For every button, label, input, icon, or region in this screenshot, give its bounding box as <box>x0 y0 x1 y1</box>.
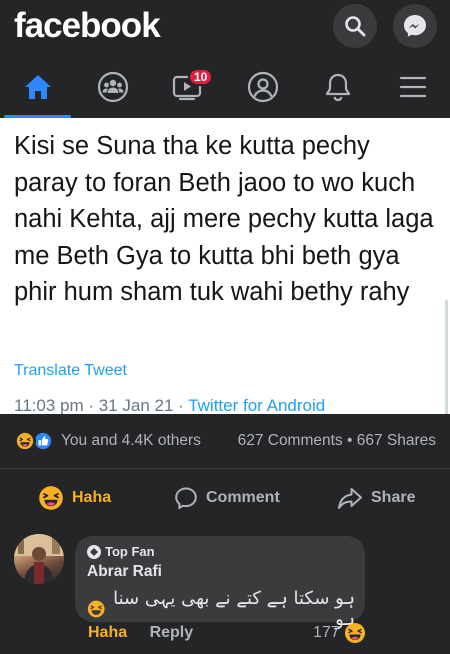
haha-label: Haha <box>72 488 112 506</box>
reaction-count[interactable]: You and 4.4K others <box>61 432 201 450</box>
post-actions: Haha Comment Share <box>0 468 450 526</box>
nav-watch[interactable]: 10 <box>150 56 225 118</box>
laughing-emoji-icon <box>87 600 105 618</box>
messenger-icon <box>404 15 426 37</box>
comment-actions: Haha Reply <box>88 624 193 642</box>
main-nav: 10 <box>0 56 450 118</box>
haha-reaction-icon <box>14 430 36 452</box>
share-button[interactable]: Share <box>337 469 415 526</box>
share-icon <box>338 487 362 509</box>
comment-label: Comment <box>206 488 280 506</box>
tweet-text: Kisi se Suna tha ke kutta pechy paray to… <box>14 132 434 306</box>
translate-tweet-link: Translate Tweet <box>14 362 127 379</box>
avatar-image <box>14 534 64 584</box>
comments-section: Top Fan Abrar Rafi ہو سکتا ہے کتے نے بھی… <box>0 526 450 654</box>
haha-reaction-icon <box>344 623 365 643</box>
nav-groups[interactable] <box>75 56 150 118</box>
tweet-screenshot[interactable]: Kisi se Suna tha ke kutta pechy paray to… <box>0 118 450 496</box>
tweet-timestamp: 11:03 pm · 31 Jan 21 · <box>14 396 189 415</box>
bell-icon <box>325 73 350 102</box>
facebook-logo[interactable]: facebook <box>14 6 161 46</box>
comment-bubble[interactable]: Top Fan Abrar Rafi ہو سکتا ہے کتے نے بھی… <box>75 536 365 630</box>
top-bar: facebook <box>0 0 450 56</box>
comment-icon <box>175 486 197 509</box>
nav-home[interactable] <box>0 56 75 118</box>
share-label: Share <box>371 488 416 506</box>
search-icon <box>345 16 366 37</box>
tweet-meta: 11:03 pm · 31 Jan 21 · Twitter for Andro… <box>14 396 325 416</box>
commenter-avatar[interactable] <box>14 534 64 584</box>
notification-badge: 10 <box>188 68 214 86</box>
comments-shares-count[interactable]: 627 Comments • 667 Shares <box>238 432 436 450</box>
home-icon <box>24 75 51 99</box>
comment-reaction-count[interactable]: 177 <box>313 622 366 644</box>
comment-author[interactable]: Abrar Rafi <box>87 563 162 581</box>
tweet-source: Twitter for Android <box>188 396 326 415</box>
reaction-icons <box>14 430 58 452</box>
haha-emoji-icon <box>39 485 63 510</box>
comment-button[interactable]: Comment <box>174 469 280 526</box>
menu-icon <box>399 76 426 98</box>
haha-button[interactable]: Haha <box>38 469 111 526</box>
comment-haha-button[interactable]: Haha <box>88 624 127 641</box>
top-fan-badge: Top Fan <box>87 544 155 559</box>
nav-menu[interactable] <box>375 56 450 118</box>
reactions-summary[interactable]: You and 4.4K others 627 Comments • 667 S… <box>0 414 450 468</box>
nav-profile[interactable] <box>225 56 300 118</box>
comment-reply-button[interactable]: Reply <box>150 624 194 641</box>
top-fan-icon <box>87 544 101 559</box>
top-fan-label: Top Fan <box>105 544 155 559</box>
comment-reaction-number: 177 <box>313 624 340 641</box>
profile-icon <box>247 71 278 103</box>
groups-icon <box>97 71 128 103</box>
search-button[interactable] <box>333 4 377 48</box>
messenger-button[interactable] <box>393 4 437 48</box>
nav-notifications[interactable] <box>300 56 375 118</box>
